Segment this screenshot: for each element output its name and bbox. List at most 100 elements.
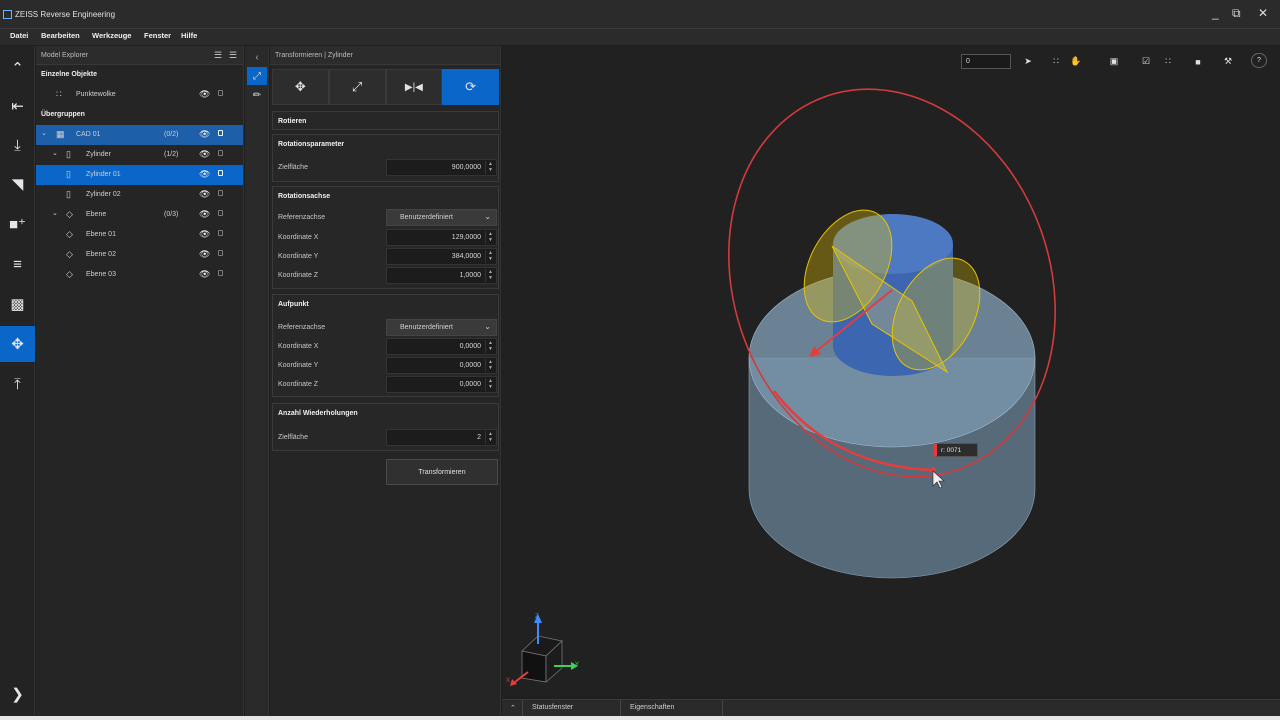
spin-arrows-icon[interactable]: ▲ ▼: [485, 161, 495, 174]
field-value: 0,0000: [459, 362, 481, 369]
eye-icon[interactable]: 👁: [199, 89, 210, 100]
base-point-box: Aufpunkt Referenzachse Benutzerdefiniert…: [272, 294, 499, 397]
ref-axis-select[interactable]: Benutzerdefiniert ⌄: [386, 209, 497, 226]
spin-arrows-icon[interactable]: ▲ ▼: [485, 269, 495, 282]
bp-coord-z-row: Koordinate Z 0,0000 ▲ ▼: [273, 375, 498, 394]
tree-item-punktewolke[interactable]: ∷ Punktewolke 👁: [36, 85, 243, 105]
lock-icon[interactable]: [218, 150, 223, 156]
bp-coord-y-input[interactable]: 0,0000 ▲ ▼: [386, 357, 497, 374]
coord-y-input[interactable]: 384,0000 ▲ ▼: [386, 248, 497, 265]
eye-icon[interactable]: 👁: [199, 129, 210, 140]
menu-datei[interactable]: Datei: [10, 31, 28, 40]
tree-item-label: Punktewolke: [76, 91, 116, 98]
minimize-button[interactable]: _: [1212, 6, 1219, 20]
download-icon[interactable]: ⤓: [0, 127, 35, 163]
coord-x-input[interactable]: 129,0000 ▲ ▼: [386, 229, 497, 246]
surface-icon[interactable]: ◥: [0, 166, 35, 202]
list-view-icon[interactable]: ☰: [214, 50, 222, 61]
cylinder-icon: ▯: [66, 169, 71, 179]
3d-viewport[interactable]: 0 ➤ ∷ ✋ ▣ ☑ ∷ ■ ⚒ ? r: 0071 Z Y X: [502, 46, 1280, 698]
bp-coord-y-row: Koordinate Y 0,0000 ▲ ▼: [273, 356, 498, 375]
tab-eigenschaften[interactable]: Eigenschaften: [630, 704, 674, 711]
chevron-down-icon[interactable]: ⌄: [52, 209, 58, 217]
scale-icon[interactable]: ⤢: [247, 67, 267, 85]
mode-title-box: Rotieren: [272, 111, 499, 130]
tree-item-ebene01[interactable]: ◇ Ebene 01 👁: [36, 225, 243, 245]
tree-item-label: Ebene 01: [86, 231, 116, 238]
bp-coord-x-input[interactable]: 0,0000 ▲ ▼: [386, 338, 497, 355]
analysis-icon[interactable]: ▩: [0, 286, 35, 322]
spin-arrows-icon[interactable]: ▲ ▼: [485, 231, 495, 244]
brush-icon[interactable]: ✏: [247, 86, 267, 104]
collapse-icon[interactable]: ‹: [247, 48, 267, 66]
tree-view-icon[interactable]: ☰: [229, 50, 237, 61]
export-icon[interactable]: ⤒: [0, 366, 35, 402]
move-icon[interactable]: ✥: [272, 69, 329, 105]
menu-bearbeiten[interactable]: Bearbeiten: [41, 31, 80, 40]
tree-item-label: CAD 01: [76, 131, 101, 138]
lock-icon[interactable]: [218, 270, 223, 276]
lock-icon[interactable]: [218, 250, 223, 256]
tree-item-count: (0/2): [164, 131, 179, 138]
field-label: Koordinate Z: [278, 272, 319, 279]
chevron-up-icon[interactable]: ⌃: [0, 50, 35, 86]
menu-werkzeuge[interactable]: Werkzeuge: [92, 31, 131, 40]
chevron-up-icon[interactable]: ⌃: [510, 704, 516, 712]
maximize-button[interactable]: ⧉: [1232, 6, 1241, 21]
eye-icon[interactable]: 👁: [199, 229, 210, 240]
lock-icon[interactable]: [218, 90, 223, 96]
tree-item-ebene[interactable]: ⌄ ◇ Ebene (0/3) 👁: [36, 205, 243, 225]
eye-icon[interactable]: 👁: [199, 269, 210, 280]
lock-icon[interactable]: [218, 190, 223, 196]
tree-item-zylinder[interactable]: ⌄ ▯ Zylinder (1/2) 👁: [36, 145, 243, 165]
eye-icon[interactable]: 👁: [199, 249, 210, 260]
tree-item-zylinder01[interactable]: ▯ Zylinder 01 👁: [36, 165, 243, 185]
tree-item-ebene03[interactable]: ◇ Ebene 03 👁: [36, 265, 243, 285]
zielflaeche-input[interactable]: 900,0000 ▲ ▼: [386, 159, 497, 176]
scale-icon[interactable]: ⤢: [328, 69, 386, 105]
close-button[interactable]: ✕: [1258, 6, 1268, 20]
spin-arrows-icon[interactable]: ▲ ▼: [485, 431, 495, 444]
chevron-right-icon[interactable]: ❯: [0, 676, 35, 712]
spin-arrows-icon[interactable]: ▲ ▼: [485, 340, 495, 353]
repeat-input[interactable]: 2 ▲ ▼: [386, 429, 497, 446]
lock-icon[interactable]: [218, 210, 223, 216]
spin-arrows-icon[interactable]: ▲ ▼: [485, 359, 495, 372]
eye-icon[interactable]: 👁: [199, 209, 210, 220]
tree-item-cad01[interactable]: ⌄ ▦ CAD 01 (0/2) 👁: [36, 125, 243, 145]
tree-item-label: Ebene 02: [86, 251, 116, 258]
spin-arrows-icon[interactable]: ▲ ▼: [485, 378, 495, 391]
transform-button[interactable]: Transformieren: [386, 459, 498, 485]
bp-ref-axis-select[interactable]: Benutzerdefiniert ⌄: [386, 319, 497, 336]
chevron-down-icon[interactable]: ⌄: [52, 149, 58, 157]
pointcloud-icon: ∷: [56, 89, 62, 99]
mirror-icon[interactable]: ▶|◀: [385, 69, 443, 105]
menu-fenster[interactable]: Fenster: [144, 31, 171, 40]
field-value: 129,0000: [451, 234, 481, 241]
spin-arrows-icon[interactable]: ▲ ▼: [485, 250, 495, 263]
lock-icon[interactable]: [218, 230, 223, 236]
lock-icon[interactable]: [218, 170, 223, 176]
add-element-icon[interactable]: ■⁺: [0, 206, 35, 242]
align-icon[interactable]: ≡: [0, 246, 35, 282]
rotation-params-box: Rotationsparameter Zielfläche 900,0000 ▲…: [272, 134, 499, 182]
field-label: Zielfläche: [278, 164, 308, 171]
eye-icon[interactable]: 👁: [199, 169, 210, 180]
rotate-icon[interactable]: ⟳: [442, 69, 499, 105]
chevron-down-icon[interactable]: ⌄: [41, 129, 47, 137]
repeat-row: Zielfläche 2 ▲ ▼: [273, 428, 498, 447]
explorer-header: Model Explorer ☰ ☰: [36, 46, 243, 65]
import-icon[interactable]: ⇤: [0, 88, 35, 124]
tree-item-zylinder02[interactable]: ▯ Zylinder 02 👁: [36, 185, 243, 205]
field-value: 2: [477, 434, 481, 441]
zielflaeche-row: Zielfläche 900,0000 ▲ ▼: [273, 158, 498, 177]
menu-hilfe[interactable]: Hilfe: [181, 31, 197, 40]
transform-icon[interactable]: ✥: [0, 326, 35, 362]
bp-coord-z-input[interactable]: 0,0000 ▲ ▼: [386, 376, 497, 393]
lock-icon[interactable]: [218, 130, 223, 136]
coord-z-input[interactable]: 1,0000 ▲ ▼: [386, 267, 497, 284]
eye-icon[interactable]: 👁: [199, 149, 210, 160]
eye-icon[interactable]: 👁: [199, 189, 210, 200]
tree-item-ebene02[interactable]: ◇ Ebene 02 👁: [36, 245, 243, 265]
tab-statusfenster[interactable]: Statusfenster: [532, 704, 573, 711]
